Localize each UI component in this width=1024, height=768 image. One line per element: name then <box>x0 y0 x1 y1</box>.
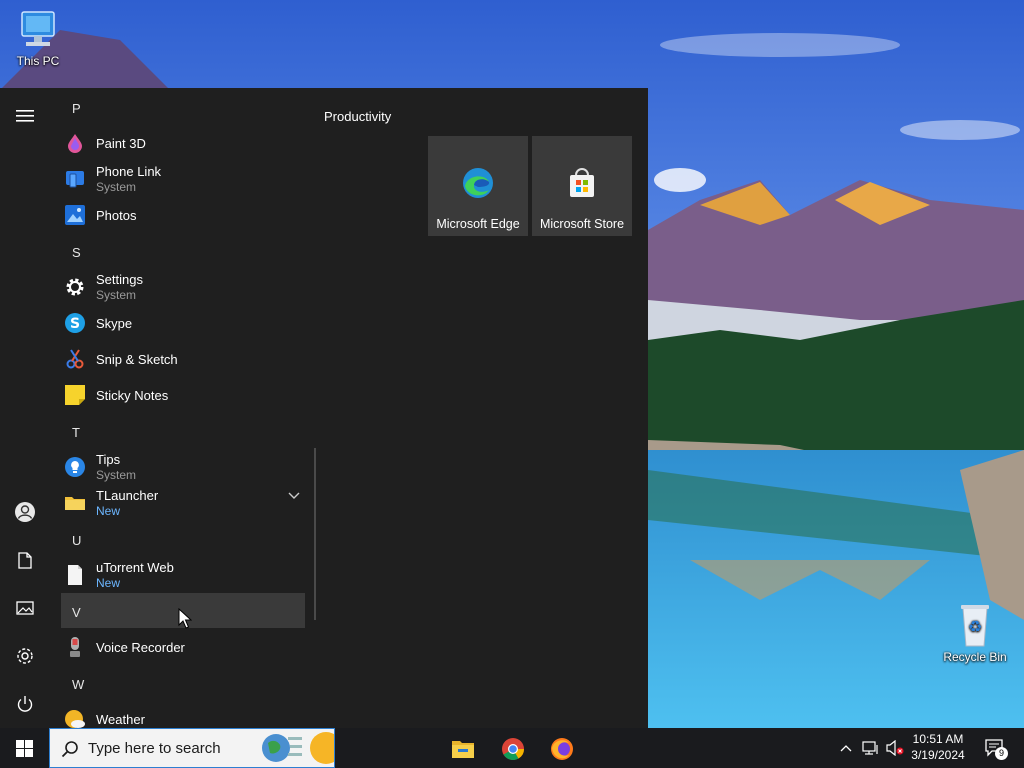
desktop-icon-this-pc[interactable]: This PC <box>0 8 78 68</box>
app-item-sticky-notes[interactable]: Sticky Notes <box>60 378 305 412</box>
recycle-bin-icon: ♻ <box>961 605 989 647</box>
svg-text:♻: ♻ <box>968 617 982 636</box>
user-account-icon[interactable] <box>11 498 39 526</box>
store-icon <box>570 168 594 197</box>
desktop-icon-label: This PC <box>16 54 60 68</box>
section-header-v[interactable]: V <box>72 605 81 620</box>
tray-action-center[interactable]: 9 <box>980 728 1010 768</box>
app-list: P Paint 3D Phone Link System Photos S Se… <box>60 88 305 728</box>
section-header-u[interactable]: U <box>72 533 81 548</box>
app-sub-label: System <box>96 180 137 194</box>
app-name: Tips <box>96 452 121 467</box>
edge-icon <box>463 168 493 198</box>
folder-icon <box>65 497 85 510</box>
taskbar-chrome[interactable] <box>495 732 531 766</box>
snip-sketch-icon <box>66 349 84 369</box>
tray-chevron-up[interactable] <box>838 728 854 768</box>
mouse-cursor-icon <box>178 608 192 629</box>
windows-logo-icon <box>15 739 33 757</box>
search-icon <box>61 741 78 758</box>
documents-icon[interactable] <box>11 546 39 574</box>
tile-label: Microsoft Edge <box>436 217 520 231</box>
app-name: Phone Link <box>96 164 162 179</box>
section-header-s[interactable]: S <box>72 245 81 260</box>
svg-text:S: S <box>70 316 80 332</box>
app-name: Paint 3D <box>96 136 146 151</box>
sticky-notes-icon <box>65 385 85 405</box>
file-icon <box>68 565 82 585</box>
app-item-settings[interactable]: Settings System <box>60 270 305 304</box>
app-name: TLauncher <box>96 488 159 503</box>
tile-group-name[interactable]: Productivity <box>324 109 391 124</box>
app-name: Snip & Sketch <box>96 352 178 367</box>
section-header-w[interactable]: W <box>72 677 84 692</box>
clock-date: 3/19/2024 <box>911 748 965 762</box>
app-name: Settings <box>96 272 143 287</box>
pictures-icon[interactable] <box>11 594 39 622</box>
app-name: uTorrent Web <box>96 560 174 575</box>
photos-icon <box>65 205 85 225</box>
phone-link-icon <box>66 171 84 188</box>
section-header-t[interactable]: T <box>72 425 80 440</box>
power-icon[interactable] <box>11 690 39 718</box>
app-list-scrollbar[interactable] <box>314 448 316 620</box>
start-menu-rail <box>0 88 50 728</box>
settings-gear-icon[interactable] <box>11 642 39 670</box>
clock-time: 10:51 AM <box>912 732 964 746</box>
app-name: Voice Recorder <box>96 640 185 655</box>
gear-icon <box>66 278 84 296</box>
tips-icon <box>65 457 85 477</box>
app-item-photos[interactable]: Photos <box>60 198 305 232</box>
app-item-skype[interactable]: S Skype <box>60 306 305 340</box>
app-name: Weather <box>96 712 145 727</box>
taskbar-search-box[interactable]: Type here to search <box>49 728 335 768</box>
skype-icon: S <box>65 313 85 333</box>
search-highlight-image-icon <box>262 732 334 764</box>
search-placeholder: Type here to search <box>88 740 221 757</box>
app-item-snip-sketch[interactable]: Snip & Sketch <box>60 342 305 376</box>
desktop-icon-recycle-bin[interactable]: ♻ Recycle Bin <box>935 600 1015 664</box>
taskbar-clock[interactable]: 10:51 AM 3/19/2024 <box>902 731 974 763</box>
app-sub-label-new: New <box>96 504 121 518</box>
microphone-icon <box>70 637 80 657</box>
app-sub-label-new: New <box>96 576 121 590</box>
file-explorer-icon <box>452 741 474 758</box>
paint-3d-icon <box>68 134 82 153</box>
tile-label: Microsoft Store <box>539 217 625 231</box>
chevron-down-icon[interactable] <box>288 492 300 500</box>
desktop-icon-label: Recycle Bin <box>943 650 1007 664</box>
app-item-voice-recorder[interactable]: Voice Recorder <box>60 630 305 664</box>
app-name: Skype <box>96 316 133 331</box>
app-item-paint-3d[interactable]: Paint 3D <box>60 126 305 160</box>
app-name: Photos <box>96 208 137 223</box>
network-icon <box>862 741 878 755</box>
chrome-icon <box>502 738 524 760</box>
notification-count-badge: 9 <box>995 747 1008 760</box>
start-menu: P Paint 3D Phone Link System Photos S Se… <box>0 88 648 728</box>
weather-icon <box>65 710 85 728</box>
app-item-weather[interactable]: Weather <box>60 702 305 728</box>
computer-icon <box>21 11 55 46</box>
taskbar-file-explorer[interactable] <box>445 732 481 766</box>
tray-network[interactable] <box>860 728 882 768</box>
chevron-up-icon <box>840 745 852 752</box>
app-sub-label: System <box>96 468 137 482</box>
app-item-utorrent-web[interactable]: uTorrent Web New <box>60 558 305 592</box>
tile-microsoft-store[interactable]: Microsoft Store <box>532 136 632 236</box>
app-item-tips[interactable]: Tips System <box>60 450 305 484</box>
app-item-phone-link[interactable]: Phone Link System <box>60 162 305 196</box>
app-item-tlauncher[interactable]: TLauncher New <box>60 486 305 520</box>
start-button[interactable] <box>0 728 48 768</box>
section-header-p[interactable]: P <box>72 101 81 116</box>
app-name: Sticky Notes <box>96 388 169 403</box>
tile-microsoft-edge[interactable]: Microsoft Edge <box>428 136 528 236</box>
firefox-icon <box>551 738 573 760</box>
taskbar-firefox[interactable] <box>544 732 580 766</box>
app-sub-label: System <box>96 288 137 302</box>
hamburger-menu-icon[interactable] <box>11 102 39 130</box>
